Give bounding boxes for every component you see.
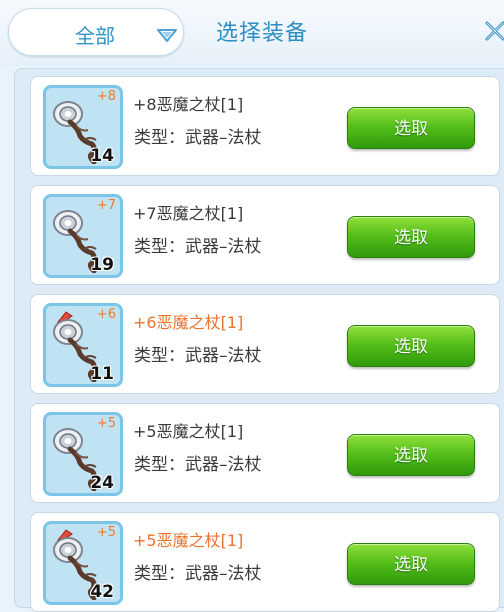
item-name: +5恶魔之杖[1] <box>133 422 244 441</box>
item-count: 14 <box>90 146 114 166</box>
select-button[interactable]: 选取 <box>347 325 475 367</box>
item-name: +5恶魔之杖[1] <box>133 531 244 550</box>
chevron-down-icon <box>157 29 177 42</box>
select-button[interactable]: 选取 <box>347 107 475 149</box>
item-name: +8恶魔之杖[1] <box>133 95 244 114</box>
item-count: 19 <box>90 255 114 275</box>
top-bar: 全部 选择装备 <box>0 0 504 66</box>
select-button[interactable]: 选取 <box>347 434 475 476</box>
equipment-row: +8 14 +8恶魔之杖[1] 类型：武器–法杖 选取 <box>30 76 500 176</box>
item-type: 类型：武器–法杖 <box>134 346 262 366</box>
item-type: 类型：武器–法杖 <box>134 455 262 475</box>
equipment-row: +6 11 +6恶魔之杖[1] 类型：武器–法杖 选取 <box>30 294 500 394</box>
item-type: 类型：武器–法杖 <box>134 128 262 148</box>
select-button[interactable]: 选取 <box>347 543 475 585</box>
refine-level: +7 <box>96 198 116 213</box>
item-count: 11 <box>90 364 114 384</box>
refine-level: +5 <box>96 416 116 431</box>
equipment-row: +5 42 +5恶魔之杖[1] 类型：武器–法杖 选取 <box>30 512 500 612</box>
item-name: +7恶魔之杖[1] <box>133 204 244 223</box>
select-button[interactable]: 选取 <box>347 216 475 258</box>
item-count: 24 <box>90 473 114 493</box>
item-icon-frame: +5 24 <box>43 412 123 496</box>
item-icon-frame: +6 11 <box>43 303 123 387</box>
equipment-row: +5 24 +5恶魔之杖[1] 类型：武器–法杖 选取 <box>30 403 500 503</box>
item-icon-frame: +5 42 <box>43 521 123 605</box>
item-icon-frame: +8 14 <box>43 85 123 169</box>
item-type: 类型：武器–法杖 <box>134 237 262 257</box>
refine-level: +8 <box>96 89 116 104</box>
equipment-row: +7 19 +7恶魔之杖[1] 类型：武器–法杖 选取 <box>30 185 500 285</box>
filter-dropdown[interactable]: 全部 <box>8 8 184 56</box>
refine-level: +6 <box>96 307 116 322</box>
close-icon[interactable] <box>484 20 504 42</box>
filter-label: 全部 <box>75 24 115 48</box>
item-type: 类型：武器–法杖 <box>134 564 262 584</box>
item-name: +6恶魔之杖[1] <box>133 313 244 332</box>
item-icon-frame: +7 19 <box>43 194 123 278</box>
refine-level: +5 <box>96 525 116 540</box>
page-title: 选择装备 <box>216 21 309 46</box>
item-count: 42 <box>90 582 114 602</box>
